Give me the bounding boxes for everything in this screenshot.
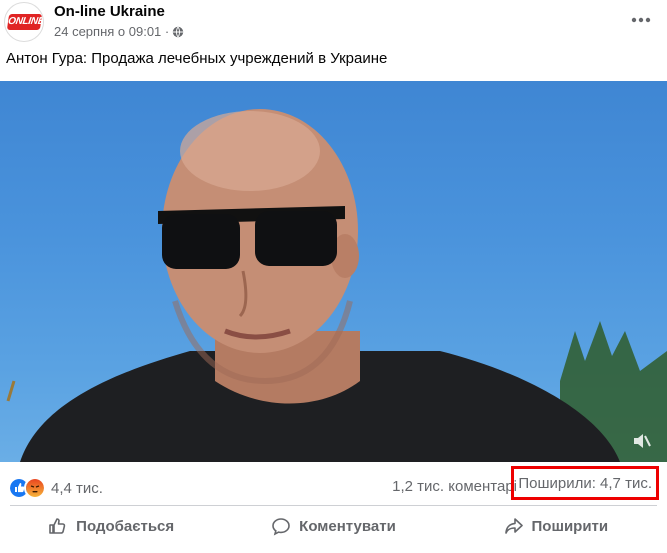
page-logo: ONLINE [6,14,43,30]
share-label: Поширити [531,517,609,535]
video-frame-person [6,109,667,462]
reactions-count: 4,4 тис. [51,479,103,497]
video-player[interactable] [0,81,667,462]
post-text: Антон Гура: Продажа лечебных учреждений … [6,50,388,67]
comment-label: Коментувати [299,517,396,535]
post-meta: 24 серпня о 09:01 · [54,24,184,39]
post-header: ONLINE On-line Ukraine 24 серпня о 09:01… [0,0,667,46]
actions-divider [10,505,657,506]
page-avatar[interactable]: ONLINE [4,2,44,42]
speaker-icon [634,434,651,448]
post-actions: Подобається Коментувати Поширити [0,508,667,544]
globe-icon [173,26,184,37]
reactions-summary[interactable]: 4,4 тис. [8,477,103,499]
comment-button[interactable]: Коментувати [222,508,444,544]
comment-icon [272,518,290,536]
share-button[interactable]: Поширити [445,508,667,544]
comments-count-link[interactable]: 1,2 тис. коментарі [392,478,517,495]
shares-count-link[interactable]: Поширили: 4,7 тис. [518,475,652,492]
like-button[interactable]: Подобається [0,508,222,544]
post-timestamp[interactable]: 24 серпня о 09:01 · [54,24,169,39]
thumbs-up-icon [49,518,66,534]
more-icon [631,17,651,23]
shares-highlight-box: Поширили: 4,7 тис. [511,466,659,500]
volume-button[interactable] [631,430,653,452]
more-options-button[interactable] [627,10,655,30]
like-label: Подобається [76,517,175,535]
share-arrow-icon [504,518,523,534]
angry-reaction-icon [24,477,46,499]
page-name-link[interactable]: On-line Ukraine [54,3,165,20]
post-stats: 4,4 тис. 1,2 тис. коментарі Поширили: 4,… [0,466,667,500]
